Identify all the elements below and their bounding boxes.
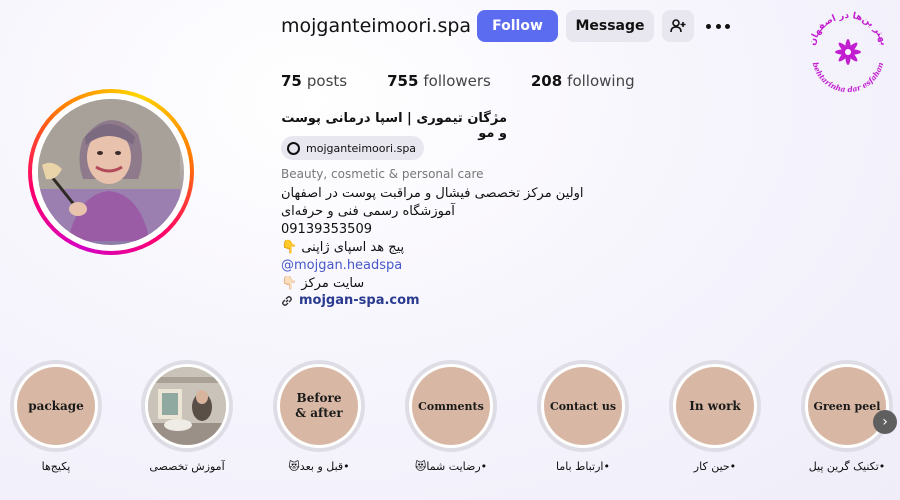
threads-badge[interactable]: mojganteimoori.spa [281,136,425,160]
add-person-icon [670,19,686,33]
highlight-item[interactable]: In work •حین کار [669,360,761,473]
link-icon [282,295,292,306]
profile-username: mojganteimoori.spa [281,15,472,37]
highlight-label: •رضایت شما😻 [414,460,488,473]
bio-line: پیج هد اسپای ژاپنی 👇 [281,240,405,255]
following-stat[interactable]: 208 following [531,72,635,90]
highlight-cover-photo [148,367,226,445]
highlight-item[interactable]: Comments •رضایت شما😻 [405,360,497,473]
bio-phone: 09139353509 [281,222,372,237]
bio-line: آموزشگاه رسمی فنی و حرفه‌ای [281,204,455,219]
more-icon [706,23,711,29]
profile-bio: اولین مرکز تخصصی فیشال و مراقبت پوست در … [281,185,601,293]
highlight-cover: Before & after [280,367,358,445]
bio-mention-link[interactable]: @mojgan.headspa [281,257,601,275]
highlight-item[interactable]: Before & after •قبل و بعد😻 [273,360,365,473]
highlight-label: •قبل و بعد😻 [288,460,350,473]
highlight-cover: Contact us [544,367,622,445]
highlight-item[interactable]: package پکیج‌ها [10,360,102,473]
highlight-label: پکیج‌ها [41,460,71,473]
highlight-label: •حین کار [693,460,737,473]
brand-logo: بهتر ین‌ها در اصفهان behtarinha dar esfa… [808,11,889,94]
highlight-cover: package [17,367,95,445]
highlight-label: •تکنیک گرین پیل [808,460,886,473]
highlight-item[interactable]: آموزش تخصصی [141,360,233,473]
bio-line: سایت مرکز 👇🏻 [281,276,365,291]
highlight-photo [148,367,226,445]
profile-stats: 75 posts 755 followers 208 following [281,72,675,90]
posts-stat: 75 posts [281,72,348,90]
highlights-next-button[interactable]: › [873,410,897,434]
avatar-illustration [38,99,180,241]
follow-button[interactable]: Follow [477,10,558,42]
avatar-photo [38,99,184,245]
highlight-cover: In work [676,367,754,445]
more-options-button[interactable] [706,22,730,30]
threads-icon [287,141,300,155]
message-button[interactable]: Message [566,10,654,42]
bio-line: اولین مرکز تخصصی فیشال و مراقبت پوست در … [281,186,584,201]
chevron-right-icon: › [882,414,888,430]
followers-stat[interactable]: 755 followers [387,72,491,90]
website-link[interactable]: mojgan-spa.com [281,293,420,308]
highlight-cover: Green peel [808,367,886,445]
highlight-cover: Comments [412,367,490,445]
logo-bottom-text: behtarinha dar esfahan [811,61,886,94]
profile-category: Beauty, cosmetic & personal care [281,167,484,181]
profile-avatar[interactable] [28,89,194,255]
suggested-accounts-button[interactable] [662,10,694,42]
highlight-label: آموزش تخصصی [149,460,225,473]
highlight-label: •ارتباط باما [556,460,610,473]
highlight-item[interactable]: Contact us •ارتباط باما [537,360,629,473]
svg-text:behtarinha dar esfahan: behtarinha dar esfahan [811,61,886,94]
